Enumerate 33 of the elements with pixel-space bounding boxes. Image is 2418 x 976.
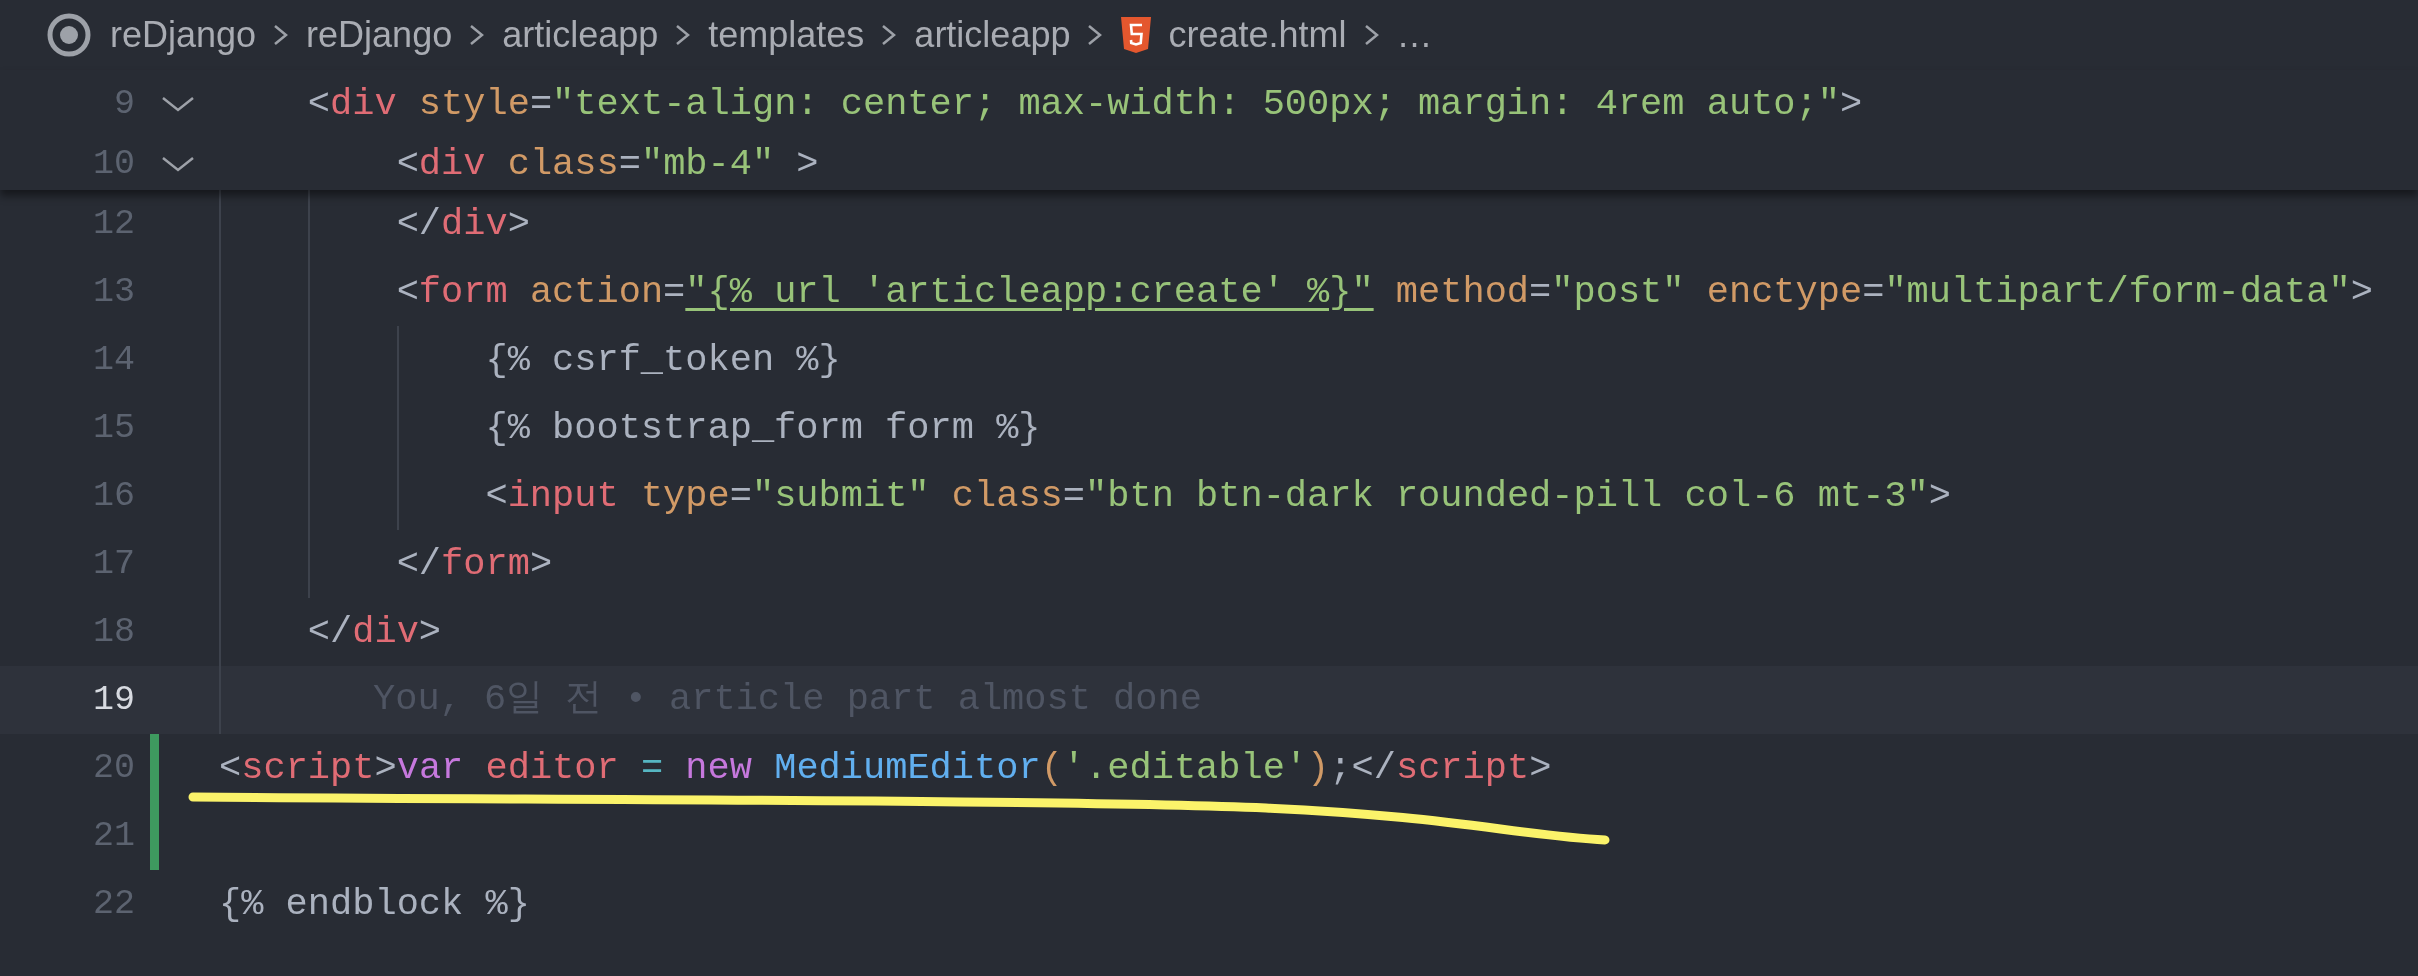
- code-line: <script>var editor = new MediumEditor('.editable');</script>: [219, 746, 1552, 791]
- breadcrumb-item[interactable]: create.html: [1120, 8, 1347, 62]
- code-line: <form action="{% url 'articleapp:create' %}" method="post" enctype="multipart/form-data">: [395, 270, 2373, 315]
- code-line: {% endblock %}: [219, 882, 530, 927]
- code-line: {% bootstrap_form form %}: [484, 406, 1041, 451]
- breadcrumb-item[interactable]: reDjango: [306, 8, 453, 62]
- breadcrumb-item[interactable]: articleapp: [914, 8, 1071, 62]
- code-line: {% csrf_token %}: [484, 338, 841, 383]
- code-line: <div style="text-align: center; max-width: 500px; margin: 4rem auto;">: [306, 82, 1863, 127]
- line-number: 12: [93, 202, 135, 246]
- line-number: 15: [93, 406, 135, 450]
- breadcrumb-item[interactable]: …: [1396, 8, 1435, 62]
- code-line: </div>: [306, 610, 442, 655]
- line-number: 19: [93, 678, 135, 722]
- line-number: 10: [93, 142, 135, 186]
- breadcrumb-item[interactable]: articleapp: [502, 8, 659, 62]
- line-number: 21: [93, 814, 135, 858]
- line-number: 14: [93, 338, 135, 382]
- line-number: 22: [93, 882, 135, 926]
- line-number: 9: [114, 82, 135, 126]
- code-line: <div class="mb-4" >: [395, 142, 819, 187]
- line-number: 20: [93, 746, 135, 790]
- line-number: 16: [93, 474, 135, 518]
- breadcrumb-item[interactable]: reDjango: [110, 8, 257, 62]
- code-line: </form>: [395, 542, 553, 587]
- code-line: <input type="submit" class="btn btn-dark rounded-pill col-6 mt-3">: [484, 474, 1951, 519]
- html-file-icon: [1120, 16, 1153, 54]
- line-number: 17: [93, 542, 135, 586]
- line-number: 13: [93, 270, 135, 314]
- code-line: </div>: [395, 202, 530, 247]
- circle-dot-icon: [46, 12, 92, 58]
- breadcrumb-item[interactable]: templates: [708, 8, 865, 62]
- line-number: 18: [93, 610, 135, 654]
